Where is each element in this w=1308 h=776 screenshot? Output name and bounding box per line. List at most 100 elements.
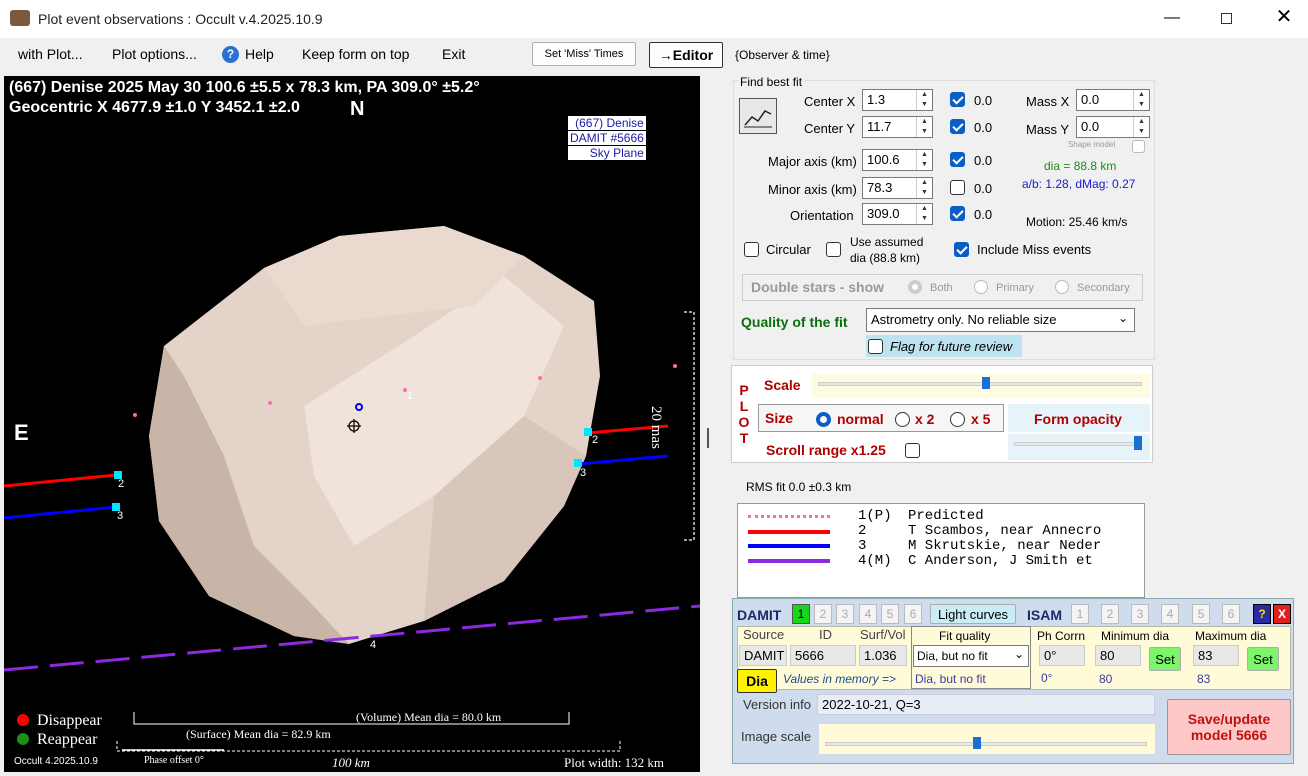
major-axis-stepper[interactable]: 100.6 ▲ ▼ (862, 149, 933, 171)
fit-button[interactable] (739, 98, 777, 134)
quality-select[interactable]: Astrometry only. No reliable size ⌄ (866, 308, 1135, 332)
isam-num-6[interactable]: 6 (1222, 604, 1240, 624)
secondary-radio[interactable] (1055, 280, 1069, 294)
max-dia-field[interactable]: 83 (1193, 645, 1239, 666)
size-label: Size (765, 410, 794, 426)
image-scale-slider[interactable] (819, 724, 1155, 754)
dia-button[interactable]: Dia (737, 669, 777, 693)
chord-label-3-right: 3 (580, 467, 587, 479)
version-label: Occult 4.2025.10.9 (14, 756, 98, 767)
circular-checkbox[interactable] (744, 242, 759, 257)
volume-dia-label: (Volume) Mean dia = 80.0 km (356, 710, 502, 724)
orientation-checkbox[interactable] (950, 206, 965, 221)
orientation-stepper[interactable]: 309.0 ▲ ▼ (862, 203, 933, 225)
minimize-icon[interactable]: — (1160, 6, 1184, 30)
isam-num-5[interactable]: 5 (1192, 604, 1210, 624)
help-icon: ? (222, 46, 239, 63)
motion-label: Motion: 25.46 km/s (1026, 215, 1128, 229)
chord-3-right (577, 454, 669, 466)
menu-observer-time[interactable]: {Observer & time} (735, 48, 830, 62)
legend-row: 1(P) Predicted (858, 508, 984, 524)
size-x2-radio[interactable] (895, 412, 910, 427)
menu-plot-options[interactable]: Plot options... (112, 46, 197, 62)
min-dia-field[interactable]: 80 (1095, 645, 1141, 666)
size-x2-label: x 2 (915, 411, 935, 427)
damit-num-4[interactable]: 4 (859, 604, 877, 624)
menu-with-plot[interactable]: with Plot... (18, 46, 83, 62)
size-x5-label: x 5 (971, 411, 991, 427)
use-assumed-checkbox[interactable] (826, 242, 841, 257)
set-miss-times-button[interactable]: Set 'Miss' Times (532, 42, 636, 66)
isam-num-4[interactable]: 4 (1161, 604, 1179, 624)
scroll-range-checkbox[interactable] (905, 443, 920, 458)
reappear-dot (17, 733, 29, 745)
damit-num-5[interactable]: 5 (881, 604, 899, 624)
center-x-checkbox[interactable] (950, 92, 965, 107)
damit-close-button[interactable]: X (1273, 604, 1291, 624)
mass-y-label: Mass Y (1026, 122, 1070, 137)
isam-num-2[interactable]: 2 (1101, 604, 1119, 624)
shape-model-checkbox[interactable] (1132, 140, 1145, 153)
help-button[interactable]: ? (1253, 604, 1271, 624)
fit-quality-select[interactable]: Dia, but no fit ⌄ (913, 645, 1029, 667)
set-min-button[interactable]: Set (1149, 647, 1181, 671)
damit-num-6[interactable]: 6 (904, 604, 922, 624)
major-axis-checkbox[interactable] (950, 152, 965, 167)
isam-title: ISAM (1027, 607, 1062, 623)
save-update-button[interactable]: Save/update model 5666 (1167, 699, 1291, 755)
isam-num-3[interactable]: 3 (1131, 604, 1149, 624)
plot-header-line1: (667) Denise 2025 May 30 100.6 ±5.5 x 78… (9, 79, 480, 96)
plot-control-panel: PLOT Scale Size normal x 2 x 5 Form opac… (731, 365, 1153, 463)
use-assumed-label: Use assumed (850, 235, 924, 249)
splitter-handle[interactable] (707, 428, 709, 448)
primary-radio[interactable] (974, 280, 988, 294)
minor-axis-offset: 0.0 (974, 181, 993, 196)
menu-exit[interactable]: Exit (442, 46, 465, 62)
ph-corr-field[interactable]: 0° (1039, 645, 1085, 666)
scale-label: 20 mas (648, 406, 664, 449)
legend-line-2 (748, 530, 830, 534)
circular-label: Circular (766, 242, 811, 257)
menu-keep-on-top[interactable]: Keep form on top (302, 46, 409, 62)
editor-button[interactable]: →Editor (649, 42, 723, 68)
north-label: N (350, 98, 365, 120)
mem-ph: 0° (1041, 671, 1053, 685)
size-x5-radio[interactable] (950, 412, 965, 427)
size-normal-label: normal (837, 411, 884, 427)
damit-num-3[interactable]: 3 (836, 604, 854, 624)
center-x-label: Center X (804, 94, 856, 109)
mass-x-stepper[interactable]: 0.0 ▲ ▼ (1076, 89, 1150, 111)
center-y-offset: 0.0 (974, 120, 993, 135)
close-icon[interactable]: ✕ (1272, 4, 1296, 28)
size-normal-radio[interactable] (816, 412, 831, 427)
minor-axis-checkbox[interactable] (950, 180, 965, 195)
mass-y-stepper[interactable]: 0.0 ▲ ▼ (1076, 116, 1150, 138)
damit-num-1[interactable]: 1 (792, 604, 810, 624)
scale-100km-label: 100 km (332, 755, 370, 770)
minor-axis-stepper[interactable]: 78.3 ▲ ▼ (862, 177, 933, 199)
plot-canvas[interactable]: (667) Denise 2025 May 30 100.6 ±5.5 x 78… (4, 76, 700, 772)
scale-slider[interactable] (812, 374, 1150, 398)
image-scale-thumb (973, 737, 981, 749)
flag-review-checkbox[interactable] (868, 339, 883, 354)
rms-label: RMS fit 0.0 ±0.3 km (746, 480, 852, 494)
predicted-dot (673, 364, 677, 368)
isam-num-1[interactable]: 1 (1071, 604, 1089, 624)
damit-num-2[interactable]: 2 (814, 604, 832, 624)
center-y-stepper[interactable]: 11.7 ▲ ▼ (862, 116, 933, 138)
asteroid-plot (4, 226, 700, 752)
both-label: Both (930, 282, 953, 294)
scale-bracket (684, 311, 695, 541)
model-label-box: (667) Denise DAMIT #5666 Sky Plane (568, 116, 646, 160)
set-max-button[interactable]: Set (1247, 647, 1279, 671)
center-x-stepper[interactable]: 1.3 ▲ ▼ (862, 89, 933, 111)
include-miss-checkbox[interactable] (954, 242, 969, 257)
menu-help[interactable]: Help (245, 46, 274, 62)
light-curves-button[interactable]: Light curves (930, 604, 1016, 624)
observer-legend: 1(P) Predicted 2T Scambos, near Annecro 3… (737, 503, 1145, 598)
center-y-checkbox[interactable] (950, 119, 965, 134)
maximize-icon[interactable] (1214, 6, 1238, 30)
model-name: (667) Denise (568, 116, 646, 130)
opacity-slider[interactable] (1008, 434, 1150, 460)
both-radio[interactable] (908, 280, 922, 294)
